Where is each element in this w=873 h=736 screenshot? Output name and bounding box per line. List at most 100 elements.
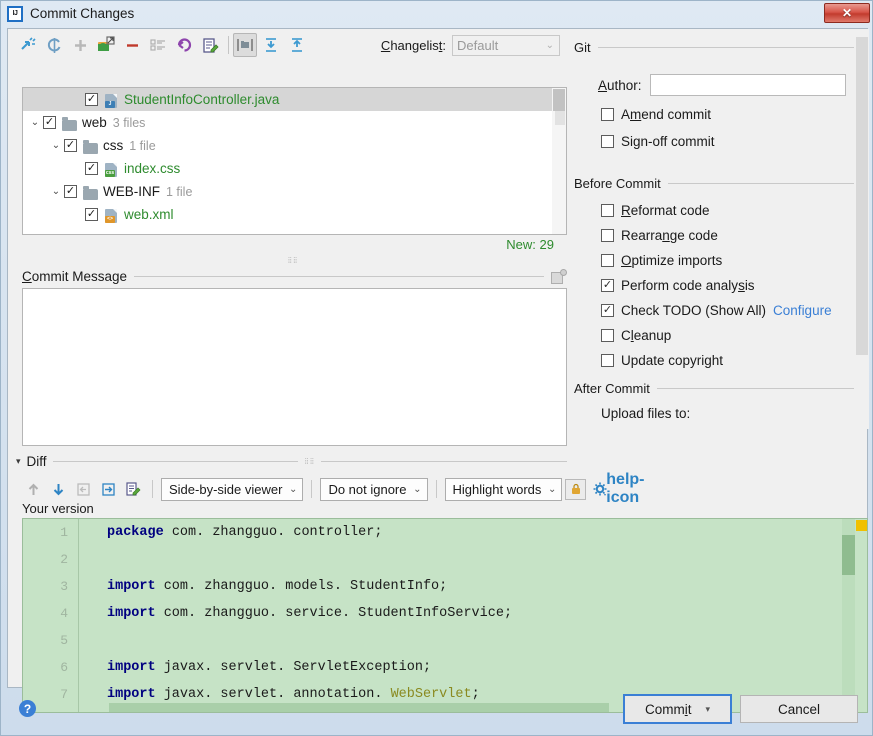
configure-todo-link[interactable]: Configure xyxy=(773,303,832,318)
next-difference-icon[interactable] xyxy=(47,478,69,500)
chevron-down-icon[interactable]: ⌄ xyxy=(48,186,64,197)
checkbox-box[interactable] xyxy=(601,229,614,242)
line-number: 2 xyxy=(23,546,78,573)
checkbox-box[interactable] xyxy=(601,254,614,267)
edit-source-icon[interactable] xyxy=(198,33,222,57)
group-by-directory-icon[interactable] xyxy=(233,33,257,57)
file-checkbox[interactable]: ✓ xyxy=(64,139,77,152)
chevron-down-icon: ⌄ xyxy=(546,40,554,51)
tree-row[interactable]: ✓JStudentInfoController.java xyxy=(23,88,566,111)
remove-icon[interactable] xyxy=(120,33,144,57)
tree-row-label: web xyxy=(82,115,107,130)
diff-code-viewer[interactable]: 1234567 package com. zhangguo. controlle… xyxy=(22,518,868,713)
checkbox-box[interactable]: ✓ xyxy=(601,304,614,317)
author-field[interactable] xyxy=(650,74,846,96)
code-vertical-scrollbar[interactable] xyxy=(842,519,855,713)
code-line[interactable]: import com. zhangguo. models. StudentInf… xyxy=(80,573,867,600)
vertical-splitter-handle[interactable]: ⣿⣿ xyxy=(278,257,308,263)
chevron-down-icon[interactable]: ▾ xyxy=(705,704,710,715)
highlight-mode-select[interactable]: Highlight words ⌄ xyxy=(445,478,563,501)
lock-icon[interactable] xyxy=(565,479,586,500)
options-vertical-scrollbar[interactable] xyxy=(855,29,869,429)
code-line[interactable]: import com. zhangguo. service. StudentIn… xyxy=(80,600,867,627)
chevron-down-icon[interactable]: ⌄ xyxy=(27,117,43,128)
refresh-icon[interactable] xyxy=(42,33,66,57)
amend-commit-checkbox[interactable]: Amend commit xyxy=(601,107,711,122)
show-diff-icon[interactable] xyxy=(16,33,40,57)
code-line[interactable] xyxy=(80,546,867,573)
tree-row-label: css xyxy=(103,138,123,153)
toolbar-separator xyxy=(228,36,229,54)
checkbox-box[interactable] xyxy=(601,135,614,148)
rearrange-code-checkbox[interactable]: Rearrange code xyxy=(601,228,718,243)
revert-change-icon[interactable] xyxy=(72,478,94,500)
commit-message-box[interactable] xyxy=(22,288,567,446)
changelist-select[interactable]: Default ⌄ xyxy=(452,35,560,56)
code-scrollbar-thumb[interactable] xyxy=(842,535,855,575)
tree-row[interactable]: ⌄✓WEB-INF1 file xyxy=(23,180,566,203)
cancel-button[interactable]: Cancel xyxy=(740,695,858,723)
close-icon[interactable]: ✕ xyxy=(824,3,870,23)
checkbox-box[interactable] xyxy=(601,108,614,121)
cleanup-checkbox[interactable]: Cleanup xyxy=(601,328,671,343)
folder-icon xyxy=(61,115,77,131)
after-commit-section-header: After Commit xyxy=(574,380,854,396)
diff-splitter-handle[interactable]: ⣿⣿ xyxy=(304,458,315,465)
tree-scrollbar-thumb[interactable] xyxy=(553,89,565,111)
add-icon[interactable] xyxy=(68,33,92,57)
code-line[interactable]: import javax. servlet. ServletException; xyxy=(80,654,867,681)
commit-button[interactable]: Commit ▾ xyxy=(624,695,731,723)
reformat-code-checkbox[interactable]: Reformat code xyxy=(601,203,710,218)
code-line[interactable] xyxy=(80,627,867,654)
checkbox-box[interactable] xyxy=(601,329,614,342)
tree-vertical-scrollbar[interactable] xyxy=(552,88,566,235)
move-to-changelist-icon[interactable] xyxy=(94,33,118,57)
tree-scrollbar-thumb-secondary[interactable] xyxy=(555,111,565,125)
diff-marker-icon[interactable] xyxy=(856,520,867,531)
tree-row[interactable]: ⌄✓css1 file xyxy=(23,134,566,157)
group-by-list-icon[interactable] xyxy=(146,33,170,57)
code-line[interactable]: package com. zhangguo. controller; xyxy=(80,519,867,546)
amend-commit-label: Amend commit xyxy=(621,107,711,122)
file-checkbox[interactable]: ✓ xyxy=(43,116,56,129)
chevron-down-icon[interactable]: ⌄ xyxy=(48,140,64,151)
expand-all-icon[interactable] xyxy=(259,33,283,57)
commit-message-input[interactable] xyxy=(23,289,566,445)
update-copyright-checkbox[interactable]: Update copyright xyxy=(601,353,723,368)
tree-row-count: 1 file xyxy=(166,185,192,199)
apply-change-icon[interactable] xyxy=(97,478,119,500)
commit-button-label: Commit xyxy=(645,702,692,717)
check-todo-checkbox[interactable]: ✓ Check TODO (Show All) Configure xyxy=(601,303,832,318)
perform-code-analysis-checkbox[interactable]: ✓ Perform code analysis xyxy=(601,278,755,293)
tree-row[interactable]: ⌄✓web3 files xyxy=(23,111,566,134)
diff-toolbar-separator-2 xyxy=(311,480,312,498)
rollback-icon[interactable] xyxy=(172,33,196,57)
previous-difference-icon[interactable] xyxy=(22,478,44,500)
file-checkbox[interactable]: ✓ xyxy=(64,185,77,198)
sign-off-commit-checkbox[interactable]: Sign-off commit xyxy=(601,134,715,149)
help-icon[interactable]: help-icon xyxy=(614,478,636,500)
ignore-mode-select[interactable]: Do not ignore ⌄ xyxy=(320,478,427,501)
sign-off-commit-label: Sign-off commit xyxy=(621,134,715,149)
edit-source-icon[interactable] xyxy=(122,478,144,500)
collapse-all-icon[interactable] xyxy=(285,33,309,57)
file-checkbox[interactable]: ✓ xyxy=(85,162,98,175)
help-icon[interactable]: ? xyxy=(19,700,36,717)
checkbox-box[interactable] xyxy=(601,204,614,217)
viewer-mode-select[interactable]: Side-by-side viewer ⌄ xyxy=(161,478,303,501)
upload-files-label: Upload files to: xyxy=(601,406,690,421)
optimize-imports-checkbox[interactable]: Optimize imports xyxy=(601,253,722,268)
file-checkbox[interactable]: ✓ xyxy=(85,208,98,221)
file-checkbox[interactable]: ✓ xyxy=(85,93,98,106)
your-version-label: Your version xyxy=(22,501,94,516)
tree-row[interactable]: ✓<>web.xml xyxy=(23,203,566,226)
tree-row[interactable]: ✓cssindex.css xyxy=(23,157,566,180)
chevron-down-icon[interactable]: ▾ xyxy=(16,456,21,467)
message-history-icon[interactable] xyxy=(551,269,567,284)
line-number: 3 xyxy=(23,573,78,600)
options-scrollbar-thumb[interactable] xyxy=(856,37,868,355)
checkbox-box[interactable] xyxy=(601,354,614,367)
new-files-count: New: 29 xyxy=(506,237,554,252)
checkbox-box[interactable]: ✓ xyxy=(601,279,614,292)
changed-files-tree[interactable]: ✓JStudentInfoController.java⌄✓web3 files… xyxy=(22,87,567,235)
